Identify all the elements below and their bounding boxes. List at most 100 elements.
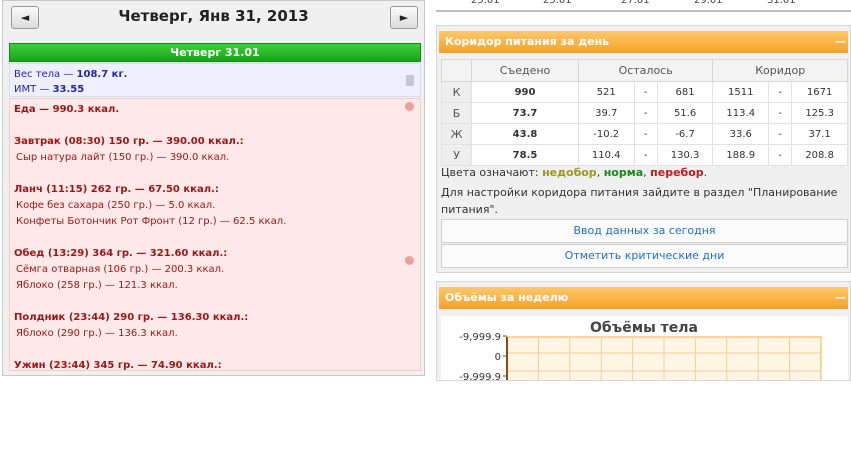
col-header-eaten: Съедено (471, 59, 579, 82)
row-label: У (440, 144, 473, 166)
legend-norm: норма (603, 166, 644, 179)
chart-svg: Объёмы тела -9,999.9 0 -9,999.9 (459, 320, 822, 381)
strip-date: 23.01 (471, 0, 500, 6)
corridor-min: 113.4 (712, 102, 770, 124)
next-day-button[interactable]: ► (390, 6, 418, 29)
trash-icon[interactable] (406, 75, 414, 86)
strip-date: 29.01 (694, 0, 723, 6)
corridor-table: Съедено Осталось Коридор К 990 521-681 1511… (440, 59, 848, 166)
meal-item[interactable]: Яблоко (290 гр.) — 136.3 ккал. (14, 326, 416, 342)
meal-title[interactable]: Полдник (23:44) 290 гр. — 136.30 ккал.: (14, 310, 416, 326)
meal-item[interactable]: Кофе без сахара (250 гр.) — 5.0 ккал. (14, 198, 416, 214)
meal-item[interactable]: Сёмга отварная (106 гр.) — 200.3 ккал. (14, 262, 416, 278)
food-log[interactable]: Еда — 990.3 ккал. Завтрак (08:30) 150 гр… (9, 98, 421, 371)
date-axis-strip: 23.01 25.01 27.01 29.01 31.01 (436, 0, 851, 12)
legend-over: перебор (650, 166, 704, 179)
day-panel: ◄ Четверг, Янв 31, 2013 ► Четверг 31.01 … (2, 0, 425, 376)
collapse-icon[interactable]: — (835, 31, 846, 53)
row-label: Б (440, 102, 473, 124)
eaten-value: 78.5 (471, 144, 579, 166)
y-tick-label: -9,999.9 (459, 332, 501, 343)
range-dash: - (633, 144, 658, 166)
meal-title[interactable]: Ланч (11:15) 262 гр. — 67.50 ккал.: (14, 182, 416, 198)
remaining-min: 521 (577, 81, 635, 103)
strip-date: 25.01 (543, 0, 572, 6)
volumes-title: Объёмы за неделю (445, 291, 569, 304)
remaining-max: 130.3 (656, 144, 714, 166)
col-header-label (440, 59, 473, 82)
y-tick-label: 0 (495, 352, 501, 363)
range-dash: - (768, 81, 793, 103)
nutrition-corridor-panel: Коридор питания за день — Съедено Остало… (436, 25, 851, 273)
volumes-header[interactable]: Объёмы за неделю — (439, 287, 848, 309)
meal-title[interactable]: Обед (13:29) 364 гр. — 321.60 ккал.: (14, 246, 416, 262)
meal-item[interactable]: Сыр натура лайт (150 гр.) — 390.0 ккал. (14, 150, 416, 166)
range-dash: - (768, 102, 793, 124)
apple-icon[interactable] (405, 102, 414, 111)
corridor-max: 1671 (791, 81, 848, 103)
meal-title[interactable]: Завтрак (08:30) 150 гр. — 390.00 ккал.: (14, 134, 416, 150)
eaten-value: 73.7 (471, 102, 579, 124)
body-weight-box[interactable]: Вес тела — 108.7 кг. ИМТ — 33.55 (9, 63, 421, 97)
collapse-icon[interactable]: — (835, 287, 846, 309)
range-dash: - (633, 81, 658, 103)
day-header: Четверг 31.01 (9, 43, 421, 62)
weight-value: 108.7 кг. (76, 69, 128, 80)
color-legend: Цвета означают: недобор, норма, перебор. (441, 166, 707, 179)
corridor-row: К 990 521-681 1511-1671 (440, 81, 848, 103)
range-dash: - (768, 144, 793, 166)
corridor-row: У 78.5 110.4-130.3 188.9-208.8 (440, 144, 848, 166)
eaten-value: 990 (471, 81, 579, 103)
meal-title[interactable]: Ужин (23:44) 345 гр. — 74.90 ккал.: (14, 358, 416, 370)
row-label: Ж (440, 123, 473, 145)
legend-separator: , (596, 166, 604, 179)
legend-end: . (703, 166, 708, 179)
corridor-row: Б 73.7 39.7-51.6 113.4-125.3 (440, 102, 848, 124)
corridor-max: 208.8 (791, 144, 848, 166)
row-label: К (440, 81, 473, 103)
meal-item[interactable]: Конфеты Ботончик Рот Фронт (12 гр.) — 62… (14, 214, 416, 230)
range-dash: - (768, 123, 793, 145)
meal-gap (14, 230, 416, 246)
food-total: Еда — 990.3 ккал. (14, 104, 120, 115)
corridor-row: Ж 43.8 -10.2- -6.7 33.6-37.1 (440, 123, 848, 145)
bmi-value: 33.55 (52, 84, 85, 95)
legend-prefix: Цвета означают: (441, 166, 543, 179)
corridor-title: Коридор питания за день (445, 35, 610, 48)
body-volumes-chart: Объёмы тела -9,999.9 0 -9,999.9 (441, 316, 848, 381)
remaining-min: 39.7 (577, 102, 635, 124)
corridor-header[interactable]: Коридор питания за день — (439, 31, 848, 53)
strip-date: 27.01 (621, 0, 650, 6)
col-header-remaining: Осталось (577, 59, 714, 82)
meal-gap (14, 118, 416, 134)
chart-title: Объёмы тела (590, 320, 698, 336)
apple-icon[interactable] (405, 256, 414, 265)
remaining-max: 51.6 (656, 102, 714, 124)
meal-gap (14, 342, 416, 358)
mark-critical-days-button[interactable]: Отметить критические дни (441, 244, 848, 268)
range-dash: - (633, 123, 658, 145)
weight-line: Вес тела — 108.7 кг. (14, 67, 416, 82)
enter-today-button[interactable]: Ввод данных за сегодня (441, 219, 848, 243)
meal-gap (14, 166, 416, 182)
y-tick-label: -9,999.9 (459, 372, 501, 381)
corridor-max: 125.3 (791, 102, 848, 124)
bmi-label: ИМТ — (14, 84, 53, 95)
remaining-min: 110.4 (577, 144, 635, 166)
corridor-hint: Для настройки коридора питания зайдите в… (441, 186, 838, 216)
eaten-value: 43.8 (471, 123, 579, 145)
meal-list: Завтрак (08:30) 150 гр. — 390.00 ккал.: С… (14, 118, 416, 370)
corridor-min: 1511 (712, 81, 770, 103)
legend-under: недобор (542, 166, 597, 179)
corridor-min: 33.6 (712, 123, 770, 145)
meal-item[interactable]: Яблоко (258 гр.) — 121.3 ккал. (14, 278, 416, 294)
remaining-min: -10.2 (577, 123, 635, 145)
corridor-min: 188.9 (712, 144, 770, 166)
weekly-volumes-panel: Объёмы за неделю — Объёмы тела -9,999.9 0 -… (436, 281, 851, 381)
remaining-max: -6.7 (656, 123, 714, 145)
date-title: Четверг, Янв 31, 2013 (118, 7, 309, 25)
range-dash: - (633, 102, 658, 124)
prev-day-button[interactable]: ◄ (11, 6, 39, 29)
strip-date: 31.01 (767, 0, 796, 6)
remaining-max: 681 (656, 81, 714, 103)
